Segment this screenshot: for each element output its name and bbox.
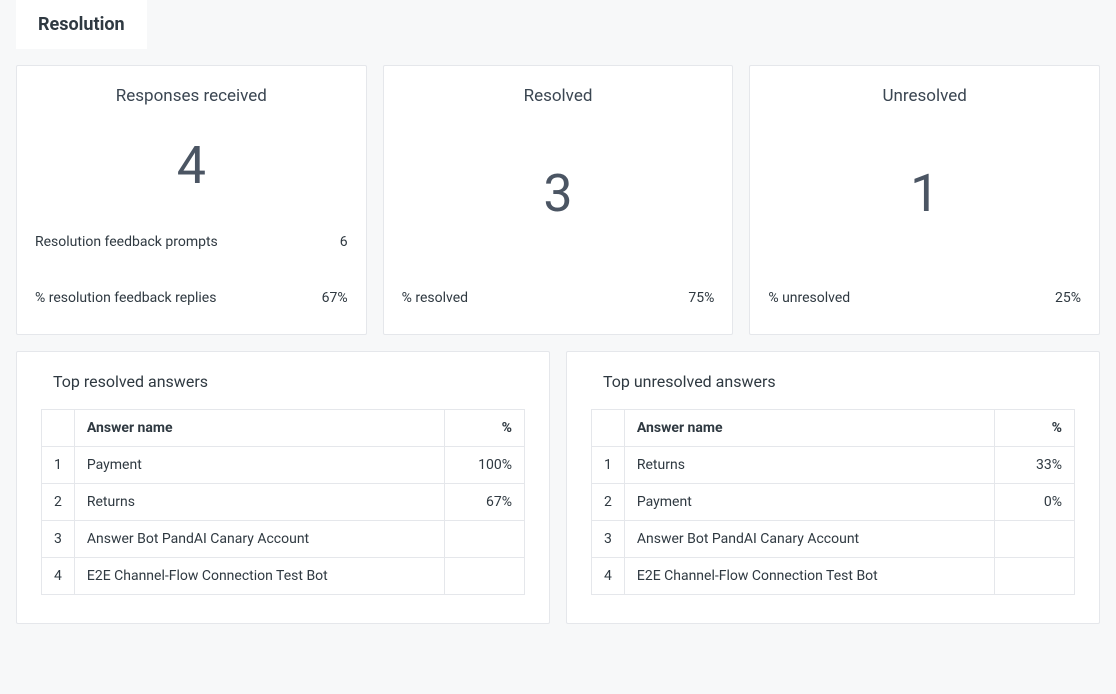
table-row: 2 Returns 67% bbox=[42, 484, 525, 521]
table-top-unresolved: Top unresolved answers Answer name % 1 R… bbox=[566, 351, 1100, 624]
table-row: 4 E2E Channel-Flow Connection Test Bot bbox=[592, 558, 1075, 595]
row-percent: 100% bbox=[445, 447, 525, 484]
table-row: 2 Payment 0% bbox=[592, 484, 1075, 521]
table-top-resolved: Top resolved answers Answer name % 1 Pay… bbox=[16, 351, 550, 624]
unresolved-answers-table: Answer name % 1 Returns 33% 2 Payment 0%… bbox=[591, 409, 1075, 595]
row-index: 1 bbox=[42, 447, 75, 484]
col-answer-name: Answer name bbox=[74, 410, 444, 447]
row-index: 4 bbox=[42, 558, 75, 595]
metric-resolved-pct: % resolved 75% bbox=[402, 280, 715, 316]
table-row: 1 Returns 33% bbox=[592, 447, 1075, 484]
card-resolved: Resolved 3 % resolved 75% bbox=[383, 65, 734, 335]
row-answer-name: Answer Bot PandAI Canary Account bbox=[74, 521, 444, 558]
card-title: Responses received bbox=[17, 66, 366, 116]
row-percent: 67% bbox=[445, 484, 525, 521]
row-percent bbox=[995, 521, 1075, 558]
card-title: Unresolved bbox=[750, 66, 1099, 116]
row-answer-name: Returns bbox=[74, 484, 444, 521]
row-percent: 33% bbox=[995, 447, 1075, 484]
row-answer-name: Returns bbox=[624, 447, 994, 484]
stats-row: Responses received 4 Resolution feedback… bbox=[0, 49, 1116, 351]
col-index bbox=[42, 410, 75, 447]
table-row: 3 Answer Bot PandAI Canary Account bbox=[592, 521, 1075, 558]
tab-bar: Resolution bbox=[0, 0, 1116, 49]
row-answer-name: E2E Channel-Flow Connection Test Bot bbox=[624, 558, 994, 595]
row-answer-name: Payment bbox=[74, 447, 444, 484]
table-row: 3 Answer Bot PandAI Canary Account bbox=[42, 521, 525, 558]
metric-label: % resolved bbox=[402, 290, 468, 306]
metric-resolution-feedback-replies-pct: % resolution feedback replies 67% bbox=[35, 280, 348, 316]
card-unresolved: Unresolved 1 % unresolved 25% bbox=[749, 65, 1100, 335]
card-responses-received: Responses received 4 Resolution feedback… bbox=[16, 65, 367, 335]
metrics: Resolution feedback prompts 6 % resoluti… bbox=[17, 224, 366, 334]
table-title: Top resolved answers bbox=[41, 372, 525, 391]
row-percent bbox=[445, 521, 525, 558]
row-index: 2 bbox=[592, 484, 625, 521]
table-row: 4 E2E Channel-Flow Connection Test Bot bbox=[42, 558, 525, 595]
metric-value: 25% bbox=[1055, 290, 1081, 306]
row-index: 4 bbox=[592, 558, 625, 595]
col-percent: % bbox=[995, 410, 1075, 447]
row-answer-name: Payment bbox=[624, 484, 994, 521]
col-percent: % bbox=[445, 410, 525, 447]
unresolved-value: 1 bbox=[750, 116, 1099, 280]
metric-value: 75% bbox=[688, 290, 714, 306]
table-header-row: Answer name % bbox=[42, 410, 525, 447]
responses-received-value: 4 bbox=[17, 116, 366, 224]
col-index bbox=[592, 410, 625, 447]
table-row: 1 Payment 100% bbox=[42, 447, 525, 484]
metric-label: Resolution feedback prompts bbox=[35, 234, 218, 250]
row-index: 1 bbox=[592, 447, 625, 484]
metric-value: 6 bbox=[340, 234, 348, 250]
row-answer-name: Answer Bot PandAI Canary Account bbox=[624, 521, 994, 558]
metric-unresolved-pct: % unresolved 25% bbox=[768, 280, 1081, 316]
card-title: Resolved bbox=[384, 66, 733, 116]
row-index: 2 bbox=[42, 484, 75, 521]
metric-resolution-feedback-prompts: Resolution feedback prompts 6 bbox=[35, 224, 348, 260]
row-percent: 0% bbox=[995, 484, 1075, 521]
row-index: 3 bbox=[42, 521, 75, 558]
metrics: % resolved 75% bbox=[384, 280, 733, 334]
row-percent bbox=[995, 558, 1075, 595]
table-header-row: Answer name % bbox=[592, 410, 1075, 447]
resolved-answers-table: Answer name % 1 Payment 100% 2 Returns 6… bbox=[41, 409, 525, 595]
row-answer-name: E2E Channel-Flow Connection Test Bot bbox=[74, 558, 444, 595]
resolved-value: 3 bbox=[384, 116, 733, 280]
col-answer-name: Answer name bbox=[624, 410, 994, 447]
table-title: Top unresolved answers bbox=[591, 372, 1075, 391]
tab-resolution[interactable]: Resolution bbox=[16, 0, 147, 49]
metric-label: % resolution feedback replies bbox=[35, 290, 216, 306]
metric-value: 67% bbox=[322, 290, 348, 306]
metric-label: % unresolved bbox=[768, 290, 850, 306]
metrics: % unresolved 25% bbox=[750, 280, 1099, 334]
tables-row: Top resolved answers Answer name % 1 Pay… bbox=[0, 351, 1116, 640]
row-percent bbox=[445, 558, 525, 595]
row-index: 3 bbox=[592, 521, 625, 558]
